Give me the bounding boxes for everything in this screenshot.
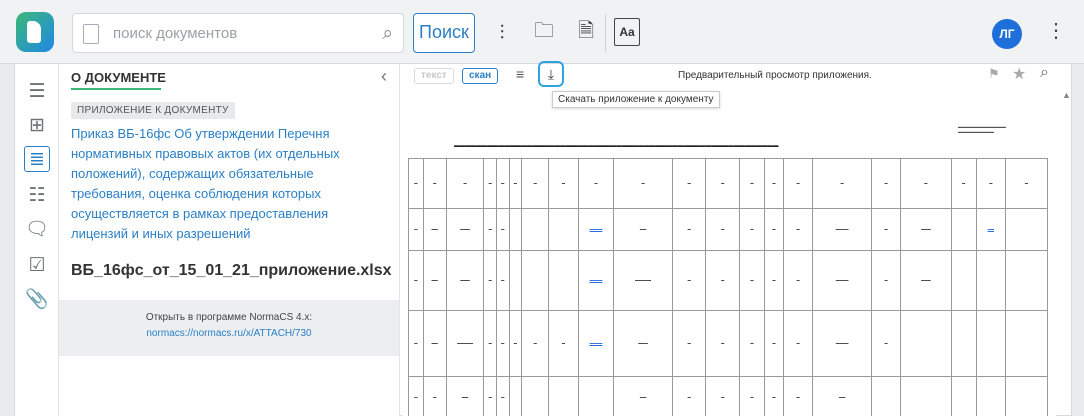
search-in-doc-icon[interactable]: ⌕ [1040, 64, 1049, 82]
download-icon[interactable]: ⤓ [538, 61, 564, 87]
preview-viewer: текст скан ≡ ⤓ Предварительный просмотр … [399, 61, 1074, 416]
more-menu-icon[interactable]: ⋮ [1046, 18, 1066, 43]
doc-type-badge: ПРИЛОЖЕНИЕ К ДОКУМЕНТУ [71, 102, 235, 119]
preview-table: ▬ ▬ ▬ ▬ ▬ ▬ ▬ ▬ ▬ ▬ ▬ ▬ ▬ ▬ ▬ ▬ ▬ ▬ ▬ ▬ ▬ ▬ ▬▬ ▬▬▬ ▬ ▬ ▬▬▬▬ ▬▬ ▬ ▬ ▬ ▬… [408, 158, 1049, 416]
list-icon[interactable]: ☰ [24, 78, 50, 104]
open-in-label: Открыть в программе NormaCS 4.x: [145, 312, 313, 323]
toolbar-divider [605, 14, 606, 52]
search-box[interactable]: поиск документов ⌕ [72, 13, 404, 53]
tree-list-icon[interactable]: ☷ [24, 182, 50, 208]
search-input[interactable]: поиск документов [113, 25, 237, 42]
document-info-icon[interactable]: ≣ [24, 146, 50, 172]
toolbar-icons: ⫶ 🗀 🗎 [485, 16, 603, 50]
search-icon[interactable]: ⌕ [382, 23, 393, 45]
spreadsheet-preview-image: ▬▬▬▬▬▬▬▬▬▬▬▬ ▬▬▬▬▬▬▬▬▬ ▬▬▬▬▬▬▬▬▬▬▬▬▬▬▬▬▬▬… [402, 110, 1056, 416]
sheet-header-note: ▬▬▬▬▬▬▬▬▬▬▬▬ ▬▬▬▬▬▬▬▬▬ [958, 124, 1006, 134]
chat-icon[interactable]: 🗨 [24, 216, 50, 242]
main-area: ☰ ⊞ ≣ ☷ 🗨 ☑ 📎 О ДОКУМЕНТЕ ‹ ПРИЛОЖЕНИЕ К… [14, 61, 1074, 416]
filter-sliders-icon[interactable]: ⫶ [485, 16, 519, 50]
sheet-title: ▬▬▬▬▬▬▬▬▬▬▬▬▬▬▬▬▬▬▬▬▬▬▬▬▬▬▬▬▬▬▬▬▬▬▬▬▬▬▬▬… [454, 143, 779, 149]
top-bar: поиск документов ⌕ Поиск ⫶ 🗀 🗎 Aa ЛГ ⋮ [0, 0, 1084, 64]
font-size-button[interactable]: Aa [614, 18, 640, 46]
title-underline [71, 88, 161, 90]
side-rail: ☰ ⊞ ≣ ☷ 🗨 ☑ 📎 [15, 64, 59, 416]
attachment-file-name: ВБ_16фс_от_15_01_21_приложение.xlsx [71, 262, 392, 279]
document-info-panel: О ДОКУМЕНТЕ ‹ ПРИЛОЖЕНИЕ К ДОКУМЕНТУ При… [59, 64, 399, 416]
normacs-link[interactable]: normacs://normacs.ru/x/ATTACH/730 [59, 328, 399, 339]
app-logo[interactable] [16, 12, 54, 52]
open-in-normacs-box: Открыть в программе NormaCS 4.x: normacs… [59, 300, 399, 356]
download-tooltip: Скачать приложение к документу [552, 91, 720, 108]
checklist-icon[interactable]: ☑ [24, 252, 50, 278]
collapse-panel-icon[interactable]: ‹ [381, 66, 387, 87]
folder-icon[interactable]: 🗀 [527, 16, 561, 50]
layers-icon[interactable]: ≡ [516, 66, 524, 82]
viewer-title: Предварительный просмотр приложения. [678, 70, 872, 81]
parent-document-link[interactable]: Приказ ВБ-16фс Об утверждении Перечня но… [71, 124, 386, 244]
flag-icon[interactable]: ⚑ [988, 66, 1000, 82]
document-list-icon[interactable]: 🗎 [569, 16, 603, 50]
document-icon [83, 24, 99, 44]
user-avatar[interactable]: ЛГ [992, 19, 1022, 49]
scan-mode-button[interactable]: скан [462, 68, 499, 84]
search-button[interactable]: Поиск [413, 13, 475, 53]
panel-title: О ДОКУМЕНТЕ [71, 70, 166, 85]
viewer-toolbar: текст скан ≡ ⤓ Предварительный просмотр … [400, 61, 1074, 87]
scroll-up-icon[interactable]: ▲ [1062, 90, 1071, 100]
paperclip-icon[interactable]: 📎 [24, 286, 50, 312]
text-mode-button[interactable]: текст [414, 68, 454, 84]
grid-icon[interactable]: ⊞ [24, 112, 50, 138]
star-icon[interactable]: ★ [1012, 64, 1026, 84]
